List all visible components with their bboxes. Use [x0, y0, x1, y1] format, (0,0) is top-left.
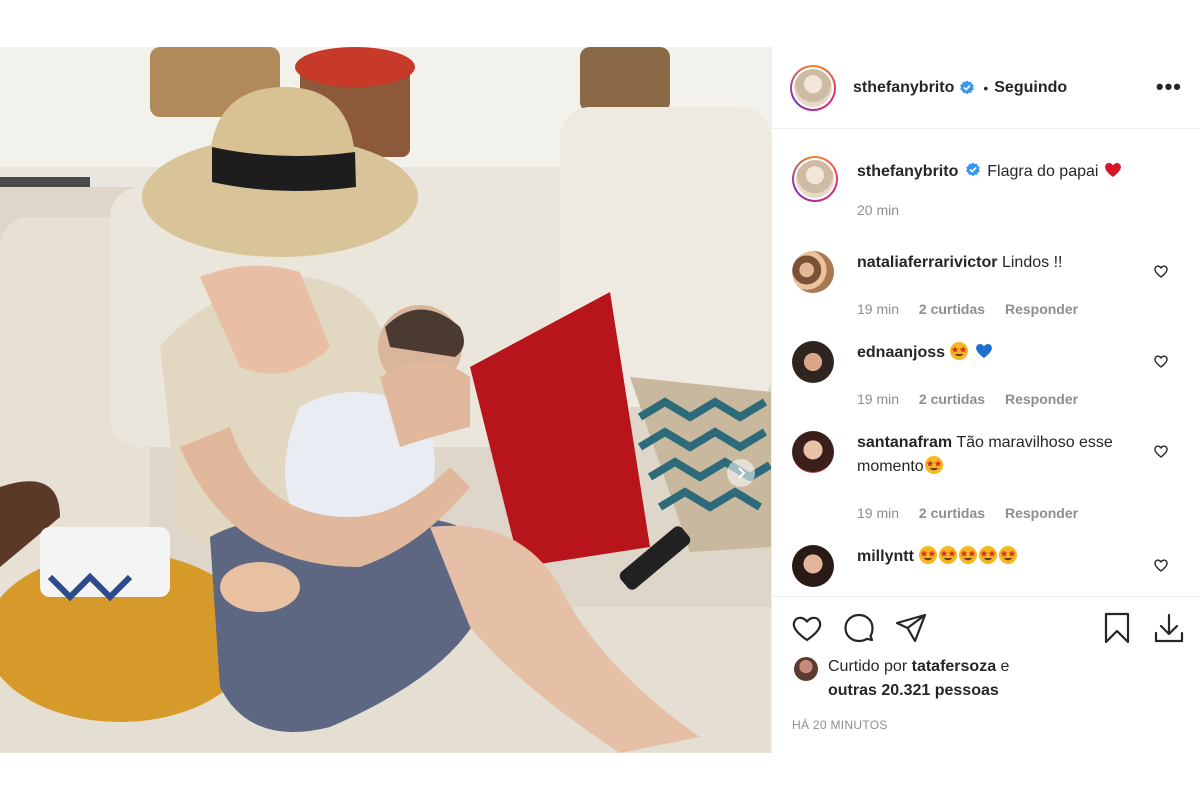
star-struck-emoji-icon	[999, 546, 1018, 564]
comment-time: 19 min	[857, 301, 900, 317]
post-header: sthefanybrito • Seguindo •••	[772, 47, 1200, 129]
liker-avatar[interactable]	[794, 657, 818, 681]
red-heart-emoji-icon	[1105, 163, 1121, 177]
comment-username[interactable]: millyntt	[857, 548, 914, 565]
action-bar	[790, 611, 1190, 645]
separator-dot: •	[983, 79, 989, 96]
reply-button[interactable]: Responder	[1005, 505, 1078, 521]
liked-by-others[interactable]: outras 20.321 pessoas	[828, 682, 999, 699]
comment-time: 19 min	[857, 505, 900, 521]
comment-meta: 19 min 2 curtidas Responder	[857, 505, 1094, 521]
verified-badge-icon	[960, 80, 975, 94]
comment-text: Lindos !!	[1001, 254, 1063, 271]
commenter-avatar[interactable]	[792, 251, 834, 293]
caption-avatar[interactable]	[792, 156, 838, 202]
commenter-avatar[interactable]	[792, 431, 834, 473]
liked-by-conj: e	[1000, 658, 1010, 675]
comment-like-heart-icon[interactable]	[1153, 557, 1169, 573]
star-struck-emoji-icon	[919, 546, 938, 564]
download-icon[interactable]	[1152, 611, 1186, 645]
reply-button[interactable]: Responder	[1005, 301, 1078, 317]
save-bookmark-icon[interactable]	[1100, 611, 1134, 645]
post-actions-section: Curtido por tatafersoza e outras 20.321 …	[772, 596, 1200, 753]
liked-by-prefix: Curtido por	[828, 658, 908, 675]
comment-likes[interactable]: 2 curtidas	[919, 391, 985, 407]
comment-username[interactable]: santanafram	[857, 434, 952, 451]
star-struck-emoji-icon	[979, 546, 998, 564]
caption-meta: 20 min	[857, 202, 915, 218]
author-avatar[interactable]	[790, 64, 836, 111]
comments-list[interactable]: sthefanybrito Flagra do papai 20 min nat…	[772, 130, 1200, 596]
commenter-avatar[interactable]	[792, 545, 834, 587]
like-heart-icon[interactable]	[790, 611, 824, 645]
chevron-right-icon	[738, 467, 746, 479]
comment-like-heart-icon[interactable]	[1153, 443, 1169, 459]
following-button[interactable]: Seguindo	[994, 79, 1067, 97]
share-paper-plane-icon[interactable]	[894, 611, 928, 645]
post-photo-illustration	[0, 47, 771, 753]
comment-time: 19 min	[857, 391, 900, 407]
liked-by: Curtido por tatafersoza e outras 20.321 …	[794, 655, 1009, 703]
caption-text: Flagra do papai	[987, 163, 1099, 180]
comment-like-heart-icon[interactable]	[1153, 263, 1169, 279]
star-struck-emoji-icon	[924, 456, 943, 474]
carousel-next-button[interactable]	[727, 459, 755, 487]
comment-likes[interactable]: 2 curtidas	[919, 505, 985, 521]
liked-by-user[interactable]: tatafersoza	[912, 658, 996, 675]
more-options-icon[interactable]: •••	[1156, 76, 1182, 98]
post-timestamp[interactable]: HÁ 20 MINUTOS	[792, 718, 888, 732]
author-username[interactable]: sthefanybrito	[853, 79, 954, 97]
verified-badge-icon	[965, 162, 980, 177]
caption-username[interactable]: sthefanybrito	[857, 163, 958, 180]
post-side-panel: sthefanybrito • Seguindo ••• sthefanybri…	[771, 47, 1200, 753]
emoji-group	[918, 546, 1018, 565]
comment-username[interactable]: ednaanjoss	[857, 344, 945, 361]
comment-bubble-icon[interactable]	[842, 611, 876, 645]
star-struck-emoji-icon	[959, 546, 978, 564]
comment-username[interactable]: nataliaferrarivictor	[857, 254, 998, 271]
comment-likes[interactable]: 2 curtidas	[919, 301, 985, 317]
star-struck-emoji-icon	[939, 546, 958, 564]
comment-like-heart-icon[interactable]	[1153, 353, 1169, 369]
star-struck-emoji-icon	[950, 342, 969, 360]
blue-heart-emoji-icon	[976, 344, 992, 358]
comment-meta: 19 min 2 curtidas Responder	[857, 301, 1094, 317]
post-photo[interactable]	[0, 47, 771, 753]
reply-button[interactable]: Responder	[1005, 391, 1078, 407]
commenter-avatar[interactable]	[792, 341, 834, 383]
comment-meta: 19 min 2 curtidas Responder	[857, 391, 1094, 407]
caption-time: 20 min	[857, 202, 900, 218]
